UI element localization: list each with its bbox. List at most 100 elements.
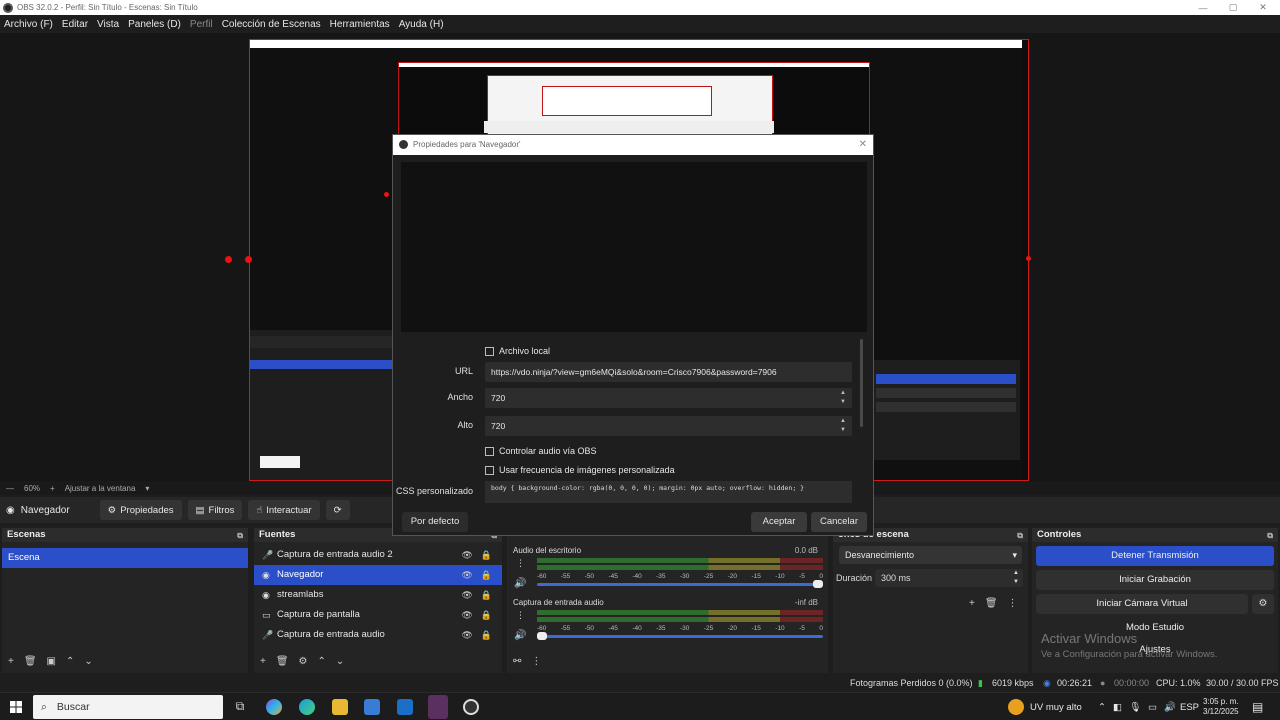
maximize-icon[interactable]: ▢	[1216, 0, 1250, 15]
source-item[interactable]: ◉ streamlabs 👁 🔒	[254, 585, 502, 605]
lock-icon[interactable]: 🔒	[481, 625, 492, 645]
microphone-icon[interactable]: 🎙	[1129, 702, 1141, 713]
store-icon[interactable]	[364, 699, 380, 715]
network-icon[interactable]: ▭	[1148, 702, 1157, 713]
gear-icon[interactable]: ⚙	[1252, 594, 1274, 614]
lock-icon[interactable]: 🔒	[481, 545, 492, 565]
source-item[interactable]: 🎤 Captura de entrada audio 2 👁 🔒	[254, 545, 502, 565]
audio-obs-checkbox[interactable]: Controlar audio vía OBS	[485, 446, 597, 456]
eye-icon[interactable]: 👁	[461, 545, 472, 565]
copilot-icon[interactable]	[266, 699, 282, 715]
add-icon[interactable]: +	[8, 656, 14, 667]
volume-icon[interactable]: 🔊	[1164, 702, 1176, 713]
link-icon[interactable]: ⚯	[513, 656, 521, 667]
file-explorer-icon[interactable]	[332, 699, 348, 715]
eye-icon[interactable]: 👁	[461, 625, 472, 645]
windows-start-icon[interactable]	[0, 693, 32, 720]
url-input[interactable]: https://vdo.ninja/?view=gm6eMQi&solo&roo…	[485, 362, 852, 382]
arrow-up-icon[interactable]: ⌃	[66, 656, 74, 667]
more-options-icon[interactable]: ⋮	[516, 558, 525, 569]
source-item-selected[interactable]: ◉ Navegador 👁 🔒	[254, 565, 502, 585]
minimize-icon[interactable]: —	[1186, 0, 1220, 15]
menu-ayuda[interactable]: Ayuda (H)	[399, 19, 444, 30]
stop-stream-button[interactable]: Detener Transmisión	[1036, 546, 1274, 566]
resize-handle-right[interactable]	[1026, 256, 1031, 261]
menu-herramientas[interactable]: Herramientas	[330, 19, 390, 30]
ok-button[interactable]: Aceptar	[751, 512, 807, 532]
add-icon[interactable]: +	[969, 598, 975, 609]
transition-select[interactable]: Desvanecimiento ▾	[839, 546, 1022, 564]
spinner-icon[interactable]: ▲ ▼	[1013, 569, 1019, 587]
zoom-plus-icon[interactable]: +	[50, 484, 55, 493]
local-file-checkbox[interactable]: Archivo local	[485, 346, 550, 356]
menu-vista[interactable]: Vista	[97, 19, 119, 30]
taskbar-search[interactable]: ⌕ Buscar	[33, 695, 223, 719]
checkbox-box[interactable]	[485, 346, 494, 356]
obs-alt-icon[interactable]	[463, 699, 479, 715]
eye-icon[interactable]: 👁	[461, 605, 472, 625]
menu-paneles[interactable]: Paneles (D)	[128, 19, 181, 30]
spinner-icon[interactable]: ▲ ▼	[838, 417, 848, 435]
virtual-camera-button[interactable]: Iniciar Cámara Virtual	[1036, 594, 1248, 614]
checkbox-box[interactable]	[485, 465, 494, 475]
volume-slider[interactable]	[537, 580, 823, 588]
obs-taskbar-icon[interactable]	[428, 695, 448, 719]
undock-icon[interactable]: ⧉	[237, 529, 243, 543]
defaults-button[interactable]: Por defecto	[402, 512, 468, 532]
source-item[interactable]: 🎤 Captura de entrada audio 👁 🔒	[254, 625, 502, 645]
resize-handle-left[interactable]	[225, 256, 232, 263]
spinner-icon[interactable]: ▲ ▼	[838, 389, 848, 407]
cancel-button[interactable]: Cancelar	[811, 512, 867, 532]
camera-icon[interactable]: ◧	[1113, 702, 1122, 713]
speaker-icon[interactable]: 🔊	[514, 630, 526, 641]
menu-archivo[interactable]: Archivo (F)	[4, 19, 53, 30]
zoom-fit[interactable]: Ajustar a la ventana	[65, 484, 136, 493]
arrow-down-icon[interactable]: ⌄	[336, 656, 344, 667]
undock-icon[interactable]: ⧉	[1267, 529, 1273, 543]
volume-slider[interactable]	[537, 632, 823, 640]
custom-fps-checkbox[interactable]: Usar frecuencia de imágenes personalizad…	[485, 465, 675, 475]
menu-coleccion[interactable]: Colección de Escenas	[222, 19, 321, 30]
lock-icon[interactable]: 🔒	[481, 565, 492, 585]
more-options-icon[interactable]: ⋮	[516, 610, 525, 621]
volume-knob[interactable]	[537, 632, 547, 640]
volume-knob[interactable]	[813, 580, 823, 588]
menu-editar[interactable]: Editar	[62, 19, 88, 30]
trash-icon[interactable]: 🗑	[985, 598, 998, 609]
outlook-icon[interactable]	[397, 699, 413, 715]
task-view-icon[interactable]: ⧉	[232, 699, 248, 715]
trash-icon[interactable]: 🗑	[276, 656, 289, 667]
eye-icon[interactable]: 👁	[461, 565, 472, 585]
trash-icon[interactable]: 🗑	[24, 656, 37, 667]
notification-icon[interactable]: ▤	[1252, 693, 1263, 720]
chevron-down-icon[interactable]: ▾	[145, 484, 149, 493]
filter-icon[interactable]: ▣	[47, 656, 56, 667]
filters-button[interactable]: ▤ Filtros	[187, 500, 243, 520]
gear-icon[interactable]: ⚙	[299, 656, 308, 667]
edge-icon[interactable]	[299, 699, 315, 715]
add-icon[interactable]: +	[260, 656, 266, 667]
menu-perfil[interactable]: Perfil	[190, 19, 213, 30]
lock-icon[interactable]: 🔒	[481, 585, 492, 605]
speaker-icon[interactable]: 🔊	[514, 578, 526, 589]
arrow-up-icon[interactable]: ⌃	[318, 656, 326, 667]
checkbox-box[interactable]	[485, 446, 494, 456]
width-input[interactable]: 720 ▲ ▼	[485, 388, 852, 408]
duration-input[interactable]: 300 ms ▲ ▼	[875, 569, 1023, 587]
arrow-down-icon[interactable]: ⌄	[84, 656, 92, 667]
clock[interactable]: 3:05 p. m. 3/12/2025	[1203, 693, 1239, 720]
resize-handle-nested[interactable]	[384, 192, 389, 197]
resize-handle-left-inner[interactable]	[245, 256, 252, 263]
close-icon[interactable]: ✕	[1246, 0, 1280, 15]
lock-icon[interactable]: 🔒	[481, 605, 492, 625]
undock-icon[interactable]: ⧉	[1017, 529, 1023, 543]
eye-icon[interactable]: 👁	[461, 585, 472, 605]
close-icon[interactable]: ✕	[859, 135, 867, 155]
zoom-minus-icon[interactable]: —	[6, 484, 14, 493]
chevron-up-icon[interactable]: ⌃	[1098, 702, 1106, 713]
css-textarea[interactable]: body { background-color: rgba(0, 0, 0, 0…	[485, 481, 852, 503]
language-indicator[interactable]: ESP	[1180, 693, 1199, 720]
refresh-button[interactable]: ⟳	[325, 500, 350, 520]
properties-button[interactable]: ⚙ Propiedades	[99, 500, 182, 520]
height-input[interactable]: 720 ▲ ▼	[485, 416, 852, 436]
